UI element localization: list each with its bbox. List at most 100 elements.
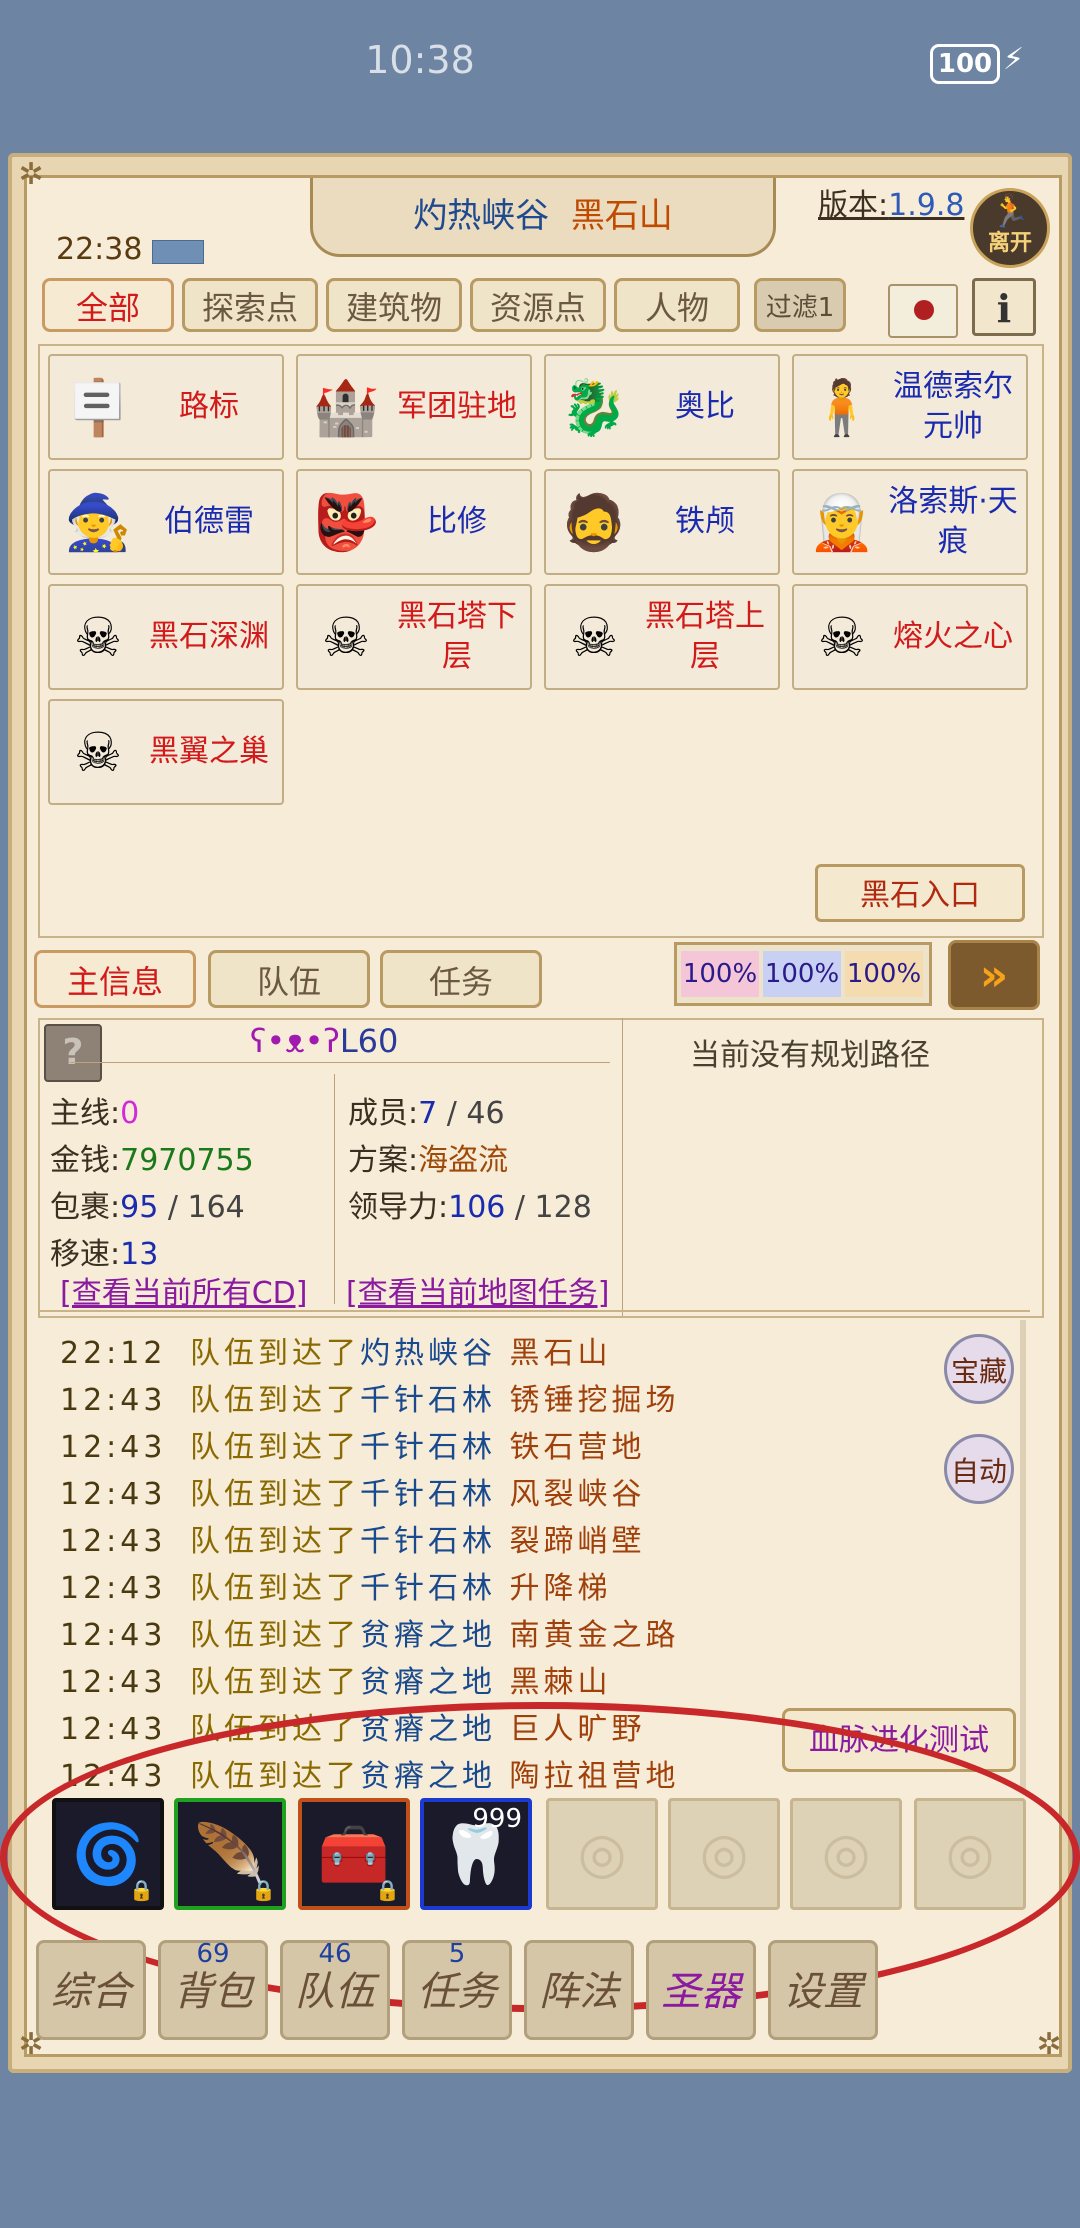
auto-button[interactable]: 自动 (944, 1434, 1014, 1504)
bag-total: / 164 (158, 1190, 245, 1225)
percent-orange: 100% (845, 951, 923, 997)
nav-backpack-button[interactable]: 背包 69 (158, 1939, 268, 2040)
poi-label: 伯德雷 (164, 504, 254, 539)
location-title: 灼热峡谷 黑石山 (310, 178, 776, 257)
members-total: / 46 (437, 1096, 505, 1131)
tab-quests[interactable]: 任务 (380, 950, 542, 1008)
fast-forward-button[interactable]: » (948, 940, 1040, 1010)
nav-settings-button[interactable]: 设置 (768, 1940, 878, 2040)
poi-item[interactable]: ☠ 熔火之心 (792, 584, 1028, 690)
poi-item[interactable]: 👺 比修 (296, 469, 532, 575)
nav-label: 综合 (51, 1969, 131, 2015)
plan-value: 海盗流 (418, 1143, 509, 1178)
percent-blue: 100% (763, 951, 841, 997)
nav-label: 任务 (417, 1969, 497, 2015)
game-clock: 22:38 (56, 232, 143, 267)
info-button[interactable]: i (972, 278, 1036, 336)
log-area: 黑石山 (509, 1336, 612, 1371)
nav-relics-button[interactable]: 圣器 (646, 1940, 756, 2040)
money-row: 金钱:7970755 (50, 1135, 254, 1179)
skull-swords-icon: ☠ (569, 606, 619, 669)
log-zone: 千针石林 (360, 1383, 496, 1418)
zone-name: 灼热峡谷 (413, 196, 550, 236)
running-man-icon: 🏃 (990, 192, 1030, 230)
money-value: 7970755 (120, 1143, 254, 1178)
log-time: 12:43 (60, 1571, 167, 1606)
tab-team[interactable]: 队伍 (208, 950, 370, 1008)
dragon-icon: 🐉 (560, 376, 628, 439)
log-zone: 千针石林 (360, 1571, 496, 1606)
tab-main-info[interactable]: 主信息 (34, 950, 196, 1008)
poi-item[interactable]: 🪧 路标 (48, 354, 284, 460)
log-message: 队伍到达了 (190, 1571, 360, 1606)
money-label: 金钱: (50, 1143, 121, 1178)
log-message: 队伍到达了 (190, 1430, 360, 1465)
corner-ornament-icon: ✲ (18, 157, 44, 192)
tab-explore[interactable]: 探索点 (182, 278, 318, 332)
poi-item[interactable]: ☠ 黑石塔下层 (296, 584, 532, 690)
skull-swords-icon: ☠ (817, 606, 867, 669)
log-zone: 千针石林 (360, 1477, 496, 1512)
leave-button[interactable]: 🏃 离开 (970, 188, 1050, 268)
nav-team-button[interactable]: 队伍 46 (280, 1939, 390, 2040)
poi-item[interactable]: 🐉 奥比 (544, 354, 780, 460)
leadership-value: 106 (448, 1190, 506, 1225)
log-area: 裂蹄峭壁 (509, 1524, 646, 1559)
poi-label: 军团驻地 (397, 389, 517, 424)
log-time: 12:43 (60, 1477, 167, 1512)
percent-indicators: 100% 100% 100% (674, 942, 932, 1006)
bag-row: 包裹:95 / 164 (50, 1182, 245, 1226)
log-time: 12:43 (60, 1712, 167, 1747)
filter-button[interactable]: 过滤1 (754, 278, 846, 332)
poi-item[interactable]: ☠ 黑石深渊 (48, 584, 284, 690)
poi-item[interactable]: 🧍 温德索尔元帅 (792, 354, 1028, 460)
tab-buildings[interactable]: 建筑物 (326, 278, 462, 332)
poi-item[interactable]: ☠ 黑石塔上层 (544, 584, 780, 690)
nav-quests-button[interactable]: 任务 5 (402, 1939, 512, 2040)
leadership-total: / 128 (505, 1190, 592, 1225)
nav-label: 圣器 (661, 1969, 741, 2015)
log-area: 升降梯 (509, 1571, 612, 1606)
blackrock-entrance-button[interactable]: 黑石入口 (815, 864, 1025, 922)
castle-icon: 🏰 (312, 376, 380, 439)
log-entry: 12:43 队伍到达了千针石林 升降梯 (60, 1563, 612, 1607)
poi-item[interactable]: 🧝 洛索斯·天痕 (792, 469, 1028, 575)
mail-icon[interactable] (888, 284, 958, 338)
poi-item[interactable]: 🧙 伯德雷 (48, 469, 284, 575)
log-entry: 12:43 队伍到达了千针石林 风裂峡谷 (60, 1469, 646, 1513)
poi-label: 洛索斯·天痕 (888, 484, 1018, 559)
log-entry: 12:43 队伍到达了贫瘠之地 南黄金之路 (60, 1610, 680, 1654)
log-scrollbar[interactable] (1020, 1320, 1026, 1790)
poi-item[interactable]: 🏰 军团驻地 (296, 354, 532, 460)
nav-label: 设置 (783, 1969, 863, 2015)
poi-label: 黑石深渊 (149, 619, 269, 654)
version-number: 1.9.8 (888, 188, 965, 223)
poi-item[interactable]: 🧔 铁颅 (544, 469, 780, 575)
column-divider (334, 1074, 335, 1304)
count-badge: 46 (318, 1939, 352, 1969)
poi-item[interactable]: ☠ 黑翼之巢 (48, 699, 284, 805)
tab-all[interactable]: 全部 (42, 278, 174, 332)
nav-label: 背包 (173, 1969, 253, 2015)
help-icon[interactable]: ? (44, 1024, 102, 1082)
nav-overview-button[interactable]: 综合 (36, 1940, 146, 2040)
log-time: 12:43 (60, 1665, 167, 1700)
members-value: 7 (418, 1096, 438, 1131)
status-bar-time: 10:38 (365, 38, 475, 82)
bag-label: 包裹: (50, 1190, 121, 1225)
view-cd-link[interactable]: [查看当前所有CD] (60, 1268, 307, 1312)
log-entry: 12:43 队伍到达了千针石林 铁石营地 (60, 1422, 646, 1466)
team-header: ʕ•ᴥ•ʔL60 (250, 1022, 398, 1060)
version-link[interactable]: 版本:1.9.8 (818, 180, 964, 224)
gnome-icon: 🧙 (64, 491, 132, 554)
log-area: 锈锤挖掘场 (509, 1383, 680, 1418)
log-message: 队伍到达了 (190, 1477, 360, 1512)
log-time: 12:43 (60, 1618, 167, 1653)
treasure-button[interactable]: 宝藏 (944, 1334, 1014, 1404)
view-map-quests-link[interactable]: [查看当前地图任务] (346, 1268, 609, 1312)
tab-resources[interactable]: 资源点 (470, 278, 606, 332)
plan-row: 方案:海盗流 (348, 1135, 508, 1179)
log-time: 12:43 (60, 1524, 167, 1559)
nav-formation-button[interactable]: 阵法 (524, 1940, 634, 2040)
tab-characters[interactable]: 人物 (614, 278, 740, 332)
